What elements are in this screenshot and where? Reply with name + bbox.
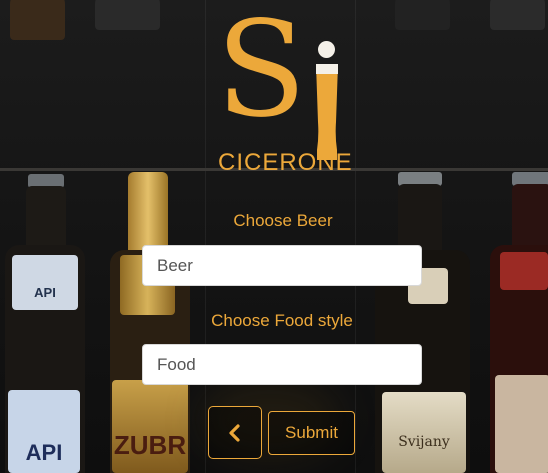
bottle-label xyxy=(500,252,548,290)
back-button[interactable] xyxy=(208,406,262,459)
bottle-label: API xyxy=(8,390,80,473)
brand-name: CICERONE xyxy=(218,149,353,176)
beer-field-label: Choose Beer xyxy=(233,211,333,230)
bottle xyxy=(395,0,450,30)
food-field-label: Choose Food style xyxy=(211,311,353,330)
beer-input[interactable] xyxy=(142,245,422,286)
logo-dot xyxy=(318,41,335,58)
bottle xyxy=(10,0,65,40)
chevron-left-icon xyxy=(229,423,240,442)
bottle-label: API xyxy=(12,255,78,310)
beer-glass-icon xyxy=(316,64,338,160)
submit-button[interactable]: Submit xyxy=(268,411,355,455)
logo-letter: S xyxy=(216,0,307,147)
bottle-label xyxy=(495,375,548,473)
bottle-label: ZUBR xyxy=(112,380,188,473)
bottle xyxy=(490,0,545,30)
bottle xyxy=(95,0,160,30)
bottle-label: Svijany xyxy=(382,392,466,473)
food-input[interactable] xyxy=(142,344,422,385)
glass-door-frame xyxy=(355,0,356,473)
